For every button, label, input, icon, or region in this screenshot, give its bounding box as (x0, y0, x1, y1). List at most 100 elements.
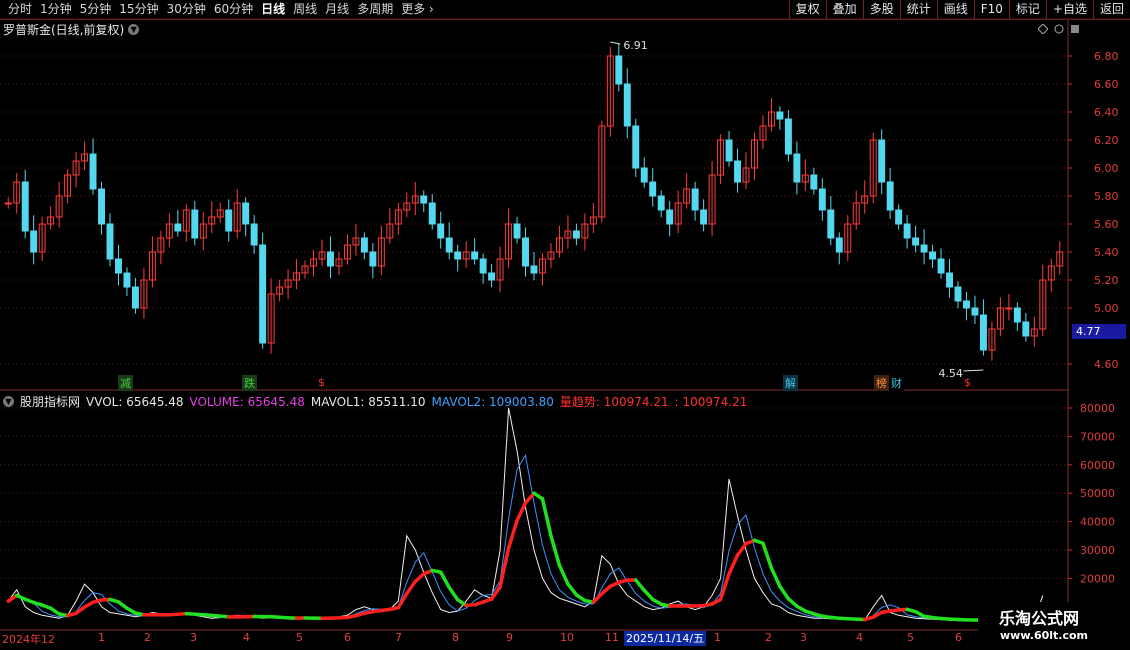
trend-seg-102 (862, 615, 875, 622)
candle-body-18 (157, 237, 165, 253)
trend-seg-26 (218, 614, 231, 619)
trend-seg-60 (506, 518, 519, 551)
candle-body-49 (420, 195, 428, 204)
trend-seg-88 (744, 538, 757, 546)
date-month-8: 9 (506, 631, 513, 644)
toolbar-buttons: 复权 叠加 多股 统计 画线 F10 标记 +自选 返回 (788, 0, 1130, 19)
candle-body-113 (963, 300, 970, 309)
date-month-3: 4 (243, 631, 250, 644)
trend-seg-105 (888, 608, 901, 613)
candle-body-124 (1056, 251, 1064, 267)
candle-body-87 (742, 167, 750, 183)
trend-seg-2 (14, 593, 27, 601)
trend-seg-58 (489, 585, 502, 601)
trend-seg-97 (820, 614, 833, 620)
candle-body-78 (666, 209, 674, 225)
candle-body-0 (4, 202, 12, 205)
candle-body-83 (708, 174, 716, 225)
candle-body-19 (165, 223, 173, 239)
toolbar-button-0[interactable]: 复权 (788, 0, 826, 19)
period-tab-6[interactable]: 日线 (257, 1, 289, 18)
trend-seg-64 (540, 497, 553, 538)
period-tab-7[interactable]: 周线 (289, 1, 321, 18)
period-toolbar: 分时 1分钟 5分钟 15分钟 30分钟 60分钟 日线 周线 月线 多周期 更多 › 复权 叠加 多股… (0, 0, 1130, 20)
toolbar-button-5[interactable]: F10 (973, 0, 1009, 19)
candle-body-25 (216, 209, 224, 218)
candle-body-69 (589, 216, 597, 225)
candle-body-30 (259, 244, 267, 344)
period-tab-4[interactable]: 30分钟 (163, 1, 210, 18)
candle-body-66 (564, 230, 572, 239)
toolbar-button-6[interactable]: 标记 (1008, 0, 1046, 19)
candle-body-95 (810, 174, 818, 190)
period-tab-0[interactable]: 分时 (4, 1, 36, 18)
trend-seg-49 (413, 572, 426, 584)
period-tab-8[interactable]: 月线 (321, 1, 353, 18)
chevron-down-icon[interactable]: ▼ (3, 396, 14, 407)
candle-body-44 (377, 237, 385, 267)
period-tab-9[interactable]: 多周期 (353, 1, 397, 18)
trend-seg-59 (498, 546, 511, 589)
panel-icon[interactable] (1070, 23, 1080, 33)
trend-seg-98 (829, 615, 842, 620)
candle-body-58 (496, 258, 504, 281)
trend-seg-99 (837, 616, 850, 621)
toolbar-button-8[interactable]: 返回 (1092, 0, 1130, 19)
trend-seg-107 (905, 607, 918, 614)
candle-body-26 (225, 209, 233, 232)
trend-seg-48 (405, 579, 418, 596)
trend-seg-4 (31, 600, 44, 607)
signal-marker-4: 榜 (874, 375, 889, 391)
candle-body-14 (123, 272, 131, 288)
candle-body-76 (649, 181, 657, 197)
candle-body-74 (632, 125, 640, 169)
candle-body-23 (199, 223, 207, 239)
candle-body-51 (437, 223, 445, 239)
candle-body-117 (996, 307, 1004, 330)
candle-body-15 (131, 286, 139, 309)
trend-seg-21 (176, 611, 189, 616)
candle-body-70 (598, 125, 606, 218)
candle-body-37 (318, 251, 326, 260)
period-tab-10[interactable]: 更多 › (397, 1, 438, 18)
candle-body-24 (208, 216, 216, 225)
diamond-icon[interactable] (1037, 23, 1049, 35)
candle-body-55 (471, 251, 479, 260)
trend-seg-8 (65, 611, 78, 618)
candle-body-88 (751, 139, 758, 169)
period-tab-1[interactable]: 1分钟 (36, 1, 76, 18)
toolbar-button-4[interactable]: 画线 (936, 0, 974, 19)
toolbar-button-2[interactable]: 多股 (862, 0, 900, 19)
trend-seg-41 (345, 613, 358, 620)
price-label-10: 4.60 (1094, 358, 1119, 371)
toolbar-button-3[interactable]: 统计 (899, 0, 937, 19)
date-month-9: 10 (560, 631, 574, 644)
toolbar-button-1[interactable]: 叠加 (825, 0, 863, 19)
candle-body-73 (623, 83, 631, 127)
low-label: 4.54 (938, 367, 963, 380)
toolbar-button-7[interactable]: +自选 (1045, 0, 1093, 19)
candle-body-1 (13, 181, 21, 204)
trend-seg-15 (125, 606, 138, 615)
candle-body-63 (539, 258, 546, 274)
circle-icon[interactable] (1054, 23, 1064, 34)
candle-body-21 (182, 209, 190, 232)
chart-tools (1037, 23, 1080, 35)
trend-seg-51 (430, 568, 443, 574)
trend-seg-67 (566, 582, 579, 597)
trend-seg-109 (922, 614, 935, 620)
trend-seg-111 (939, 616, 952, 621)
trend-seg-7 (57, 612, 70, 618)
period-tab-3[interactable]: 15分钟 (115, 1, 162, 18)
period-tab-2[interactable]: 5分钟 (76, 1, 116, 18)
trend-seg-78 (659, 602, 672, 608)
trend-seg-104 (879, 609, 892, 615)
period-tab-5[interactable]: 60分钟 (210, 1, 257, 18)
date-month-7: 8 (452, 631, 459, 644)
mavol2-value: MAVOL2: 109003.80 (431, 394, 554, 409)
trend-seg-9 (74, 605, 87, 616)
candle-body-81 (691, 188, 699, 211)
high-label: 6.91 (623, 39, 648, 52)
candle-body-52 (445, 237, 453, 253)
chevron-down-icon[interactable]: ▼ (128, 24, 140, 35)
